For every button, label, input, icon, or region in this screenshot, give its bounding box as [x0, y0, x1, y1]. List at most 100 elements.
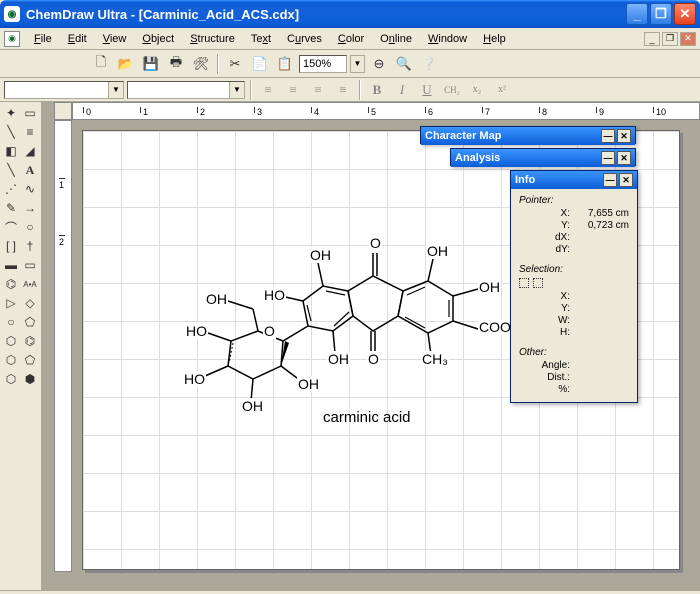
zoom-field[interactable]: 150%	[299, 55, 347, 73]
ruler-tick: 1	[140, 107, 148, 113]
highlight-tool[interactable]: ▬	[2, 256, 20, 274]
zoom-out-button[interactable]: ⊖	[368, 53, 390, 75]
atom-oh: OH	[478, 279, 501, 295]
paste-button[interactable]: 📋	[274, 53, 296, 75]
atom-o: O	[369, 235, 382, 251]
tools-button[interactable]: 🛠	[190, 53, 212, 75]
underline-button[interactable]: U	[416, 80, 438, 100]
info-panel[interactable]: Info — ✕ Pointer: X:7,655 cm Y:0,723 cm …	[510, 170, 638, 403]
panel-collapse-button[interactable]: —	[601, 151, 615, 165]
pentagon-tool[interactable]: ⬠	[21, 313, 39, 331]
selection-handle-icons	[519, 278, 629, 288]
info-w-label: W:	[519, 315, 570, 326]
symbol-tool[interactable]: †	[21, 237, 39, 255]
eraser-tool[interactable]: ◧	[2, 142, 20, 160]
ruler-tick: 7	[482, 107, 490, 113]
menu-edit[interactable]: Edit	[60, 31, 95, 47]
orbital-tool[interactable]: ○	[21, 218, 39, 236]
align-left-button[interactable]: ≡	[257, 80, 279, 100]
justify-button[interactable]: ≡	[332, 80, 354, 100]
marquee-tool[interactable]: ▭	[21, 104, 39, 122]
menu-color[interactable]: Color	[330, 31, 372, 47]
menu-window[interactable]: Window	[420, 31, 475, 47]
cyclohexane-tool[interactable]: ⬡	[2, 351, 20, 369]
circle-tool[interactable]: ○	[2, 313, 20, 331]
bond-tool[interactable]: ╲	[2, 123, 20, 141]
info-sel-x-value	[574, 291, 629, 302]
chain-tool[interactable]: ∿	[21, 180, 39, 198]
panel-collapse-button[interactable]: —	[603, 173, 617, 187]
multibond-tool[interactable]: ≡	[21, 123, 39, 141]
panel-close-button[interactable]: ✕	[617, 151, 631, 165]
arrow-tool[interactable]: →	[21, 199, 39, 217]
panel-close-button[interactable]: ✕	[617, 129, 631, 143]
info-x-label: X:	[519, 208, 570, 219]
menu-help[interactable]: Help	[475, 31, 514, 47]
panel-collapse-button[interactable]: —	[601, 129, 615, 143]
save-button[interactable]: 💾	[140, 53, 162, 75]
label-tool[interactable]: ▭	[21, 256, 39, 274]
superscript-button[interactable]: x²	[491, 80, 513, 100]
help-button[interactable]: ❔	[418, 53, 440, 75]
menu-view[interactable]: View	[95, 31, 135, 47]
heptagon-tool[interactable]: ⬡	[2, 370, 20, 388]
ruler-tick: 0	[83, 107, 91, 113]
copy-button[interactable]: 📄	[249, 53, 271, 75]
chevron-down-icon[interactable]: ▼	[108, 82, 123, 98]
template-tool[interactable]: A•A	[21, 275, 39, 293]
mdi-doc-icon[interactable]: ◉	[4, 31, 20, 47]
menu-online[interactable]: Online	[372, 31, 420, 47]
align-center-button[interactable]: ≡	[282, 80, 304, 100]
chevron-down-icon[interactable]: ▼	[229, 82, 244, 98]
cyclopentane-tool[interactable]: ⬠	[21, 351, 39, 369]
align-right-button[interactable]: ≡	[307, 80, 329, 100]
menu-structure[interactable]: Structure	[182, 31, 243, 47]
menu-curves[interactable]: Curves	[279, 31, 330, 47]
single-bond-tool[interactable]: ╲	[2, 161, 20, 179]
arc-tool[interactable]: ⌒	[2, 218, 20, 236]
maximize-button[interactable]: ❐	[650, 3, 672, 25]
lasso-tool[interactable]: ✦	[2, 104, 20, 122]
zoom-dropdown[interactable]: ▼	[350, 55, 365, 73]
menu-file[interactable]: File	[26, 31, 60, 47]
octagon-tool[interactable]: ⬢	[21, 370, 39, 388]
query-tool[interactable]: ⌬	[2, 275, 20, 293]
mdi-restore[interactable]: ❐	[662, 32, 678, 46]
menu-object[interactable]: Object	[134, 31, 182, 47]
square-tool[interactable]: ◇	[21, 294, 39, 312]
ruler-tick: 1	[59, 178, 65, 190]
italic-button[interactable]: I	[391, 80, 413, 100]
character-map-panel[interactable]: Character Map — ✕	[420, 126, 636, 144]
bold-button[interactable]: B	[366, 80, 388, 100]
ruler-vertical: 1 2	[54, 120, 72, 572]
benzene-tool[interactable]: ⌬	[21, 332, 39, 350]
new-button[interactable]: 🗋	[90, 53, 112, 75]
close-button[interactable]: ✕	[674, 3, 696, 25]
canvas-area: 0 1 2 3 4 5 6 7 8 9 10 1 2	[42, 102, 700, 590]
pen-tool[interactable]: ✎	[2, 199, 20, 217]
font-combo[interactable]: ▼	[4, 81, 124, 99]
mdi-close[interactable]: ✕	[680, 32, 696, 46]
molecule-structure[interactable]: O O O OH OH OH OH OH OH HO OH HO HO COOH…	[113, 191, 543, 431]
menu-text[interactable]: Text	[243, 31, 279, 47]
bracket-tool[interactable]: [ ]	[2, 237, 20, 255]
formula-button[interactable]: CH₂	[441, 80, 463, 100]
analysis-panel[interactable]: Analysis — ✕	[450, 148, 636, 166]
subscript-button[interactable]: x₂	[466, 80, 488, 100]
hexagon-tool[interactable]: ⬡	[2, 332, 20, 350]
dash-bond-tool[interactable]: ⋰	[2, 180, 20, 198]
ruler-tick: 5	[368, 107, 376, 113]
zoom-in-button[interactable]: 🔍	[393, 53, 415, 75]
info-x-value: 7,655 cm	[574, 208, 629, 219]
open-button[interactable]: 📂	[115, 53, 137, 75]
cut-button[interactable]: ✂	[224, 53, 246, 75]
wedge-tool[interactable]: ◢	[21, 142, 39, 160]
text-tool[interactable]: A	[21, 161, 39, 179]
triangle-tool[interactable]: ▷	[2, 294, 20, 312]
style-combo[interactable]: ▼	[127, 81, 245, 99]
minimize-button[interactable]: _	[626, 3, 648, 25]
print-button[interactable]: 🖶	[165, 53, 187, 75]
panel-close-button[interactable]: ✕	[619, 173, 633, 187]
atom-oh: OH	[309, 247, 332, 263]
mdi-minimize[interactable]: _	[644, 32, 660, 46]
